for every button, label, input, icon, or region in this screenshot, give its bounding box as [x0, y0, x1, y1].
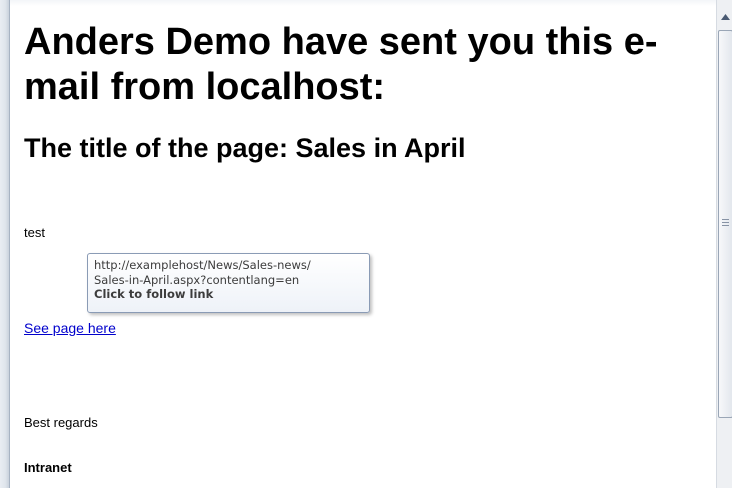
scroll-grip-icon	[722, 219, 729, 227]
link-tooltip: http://examplehost/News/Sales-news/ Sale…	[87, 253, 370, 313]
signature: Intranet	[24, 460, 72, 475]
tooltip-url-line-1: http://examplehost/News/Sales-news/	[94, 258, 311, 272]
tooltip-url-line-2: Sales-in-April.aspx?contentlang=en	[94, 272, 300, 287]
scroll-up-icon[interactable]	[717, 6, 732, 28]
email-message: test	[24, 225, 45, 240]
window-top-edge	[10, 0, 716, 6]
tooltip-action: Click to follow link	[94, 287, 214, 301]
email-body: Anders Demo have sent you this e-mail fr…	[24, 20, 704, 164]
page-title: The title of the page: Sales in April	[24, 133, 466, 163]
email-heading: Anders Demo have sent you this e-mail fr…	[24, 21, 658, 108]
scroll-thumb[interactable]	[718, 30, 732, 418]
window-frame-left	[0, 0, 10, 488]
see-page-link[interactable]: See page here	[24, 320, 116, 336]
vertical-scrollbar[interactable]	[716, 0, 732, 488]
closing-text: Best regards	[24, 415, 98, 430]
